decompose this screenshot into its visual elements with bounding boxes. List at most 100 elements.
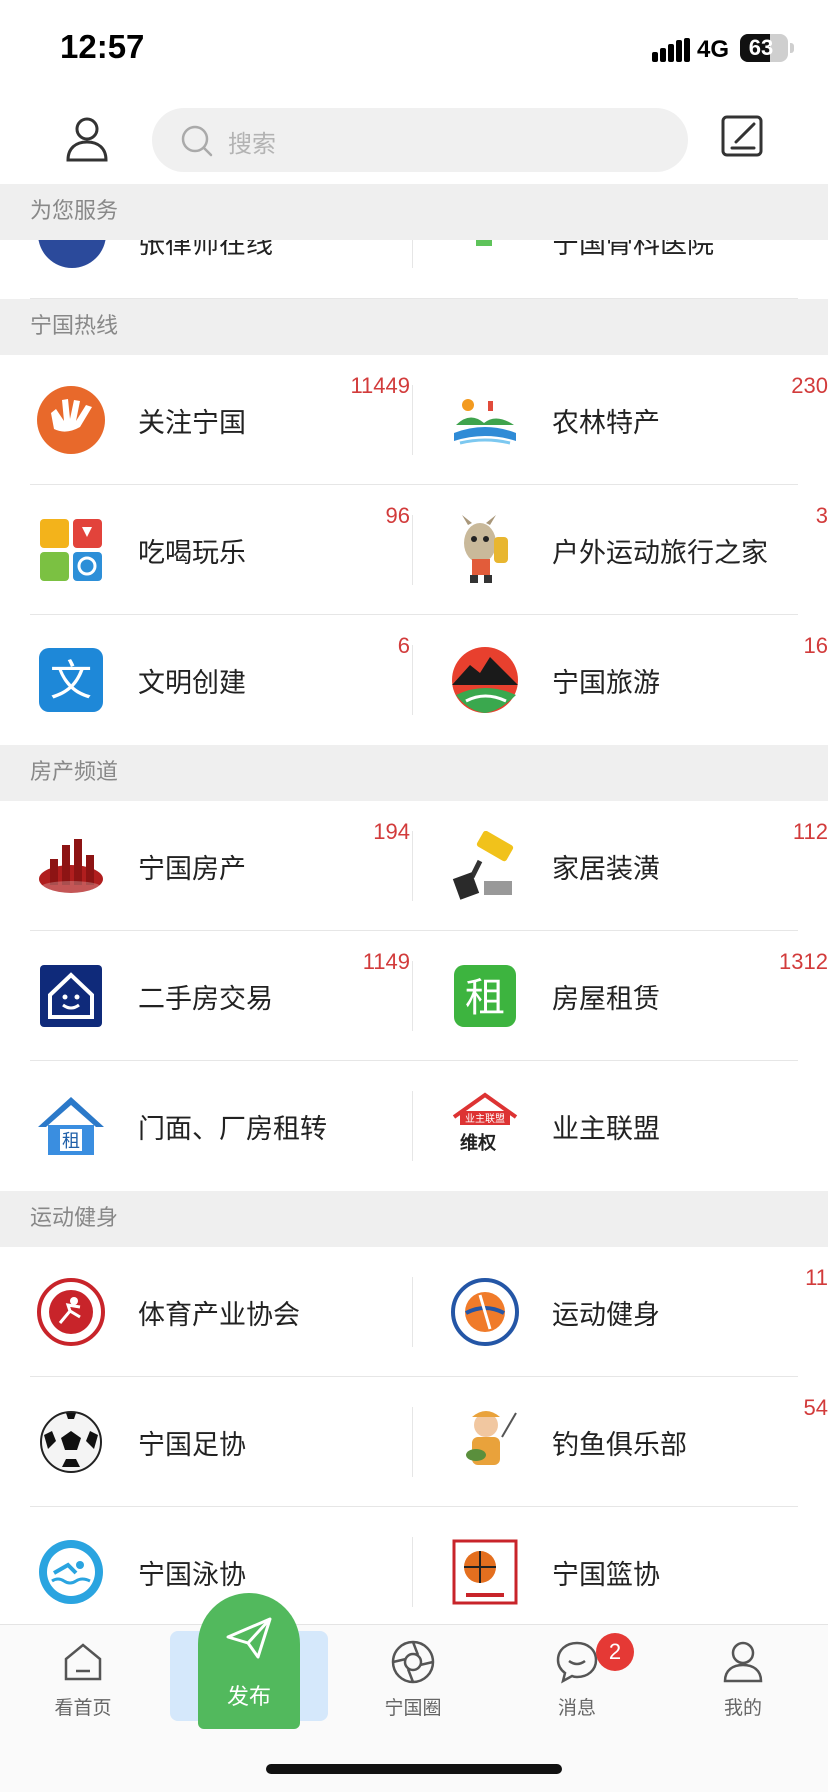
item-label: 钓鱼俱乐部 [552, 1430, 687, 1461]
list-row: 二手房交易 1149 租 房屋租赁 1312 [30, 931, 828, 1061]
battery-icon: 63 [740, 34, 788, 62]
tab-circle-label: 宁国圈 [384, 1697, 442, 1719]
list-row: 宁国房产 194 家居装潢 112 [30, 801, 828, 931]
tab-home-label: 看首页 [54, 1697, 112, 1719]
item-count: 3 [815, 503, 828, 528]
tab-home[interactable]: 看首页 [28, 1639, 138, 1720]
section-header-sports: 运动健身 [0, 1191, 828, 1247]
list-item[interactable]: 关注宁国 11449 [30, 355, 410, 485]
tab-mine[interactable]: 我的 [688, 1639, 798, 1720]
service-list: 为您服务 张律师在线 宁国骨科医院 宁国热线 关注宁国 11449 农林特产 2… [0, 184, 828, 1624]
list-row: 文 文明创建 6 宁国旅游 16 [30, 615, 828, 745]
status-bar: 12:57 4G 63 [0, 0, 828, 96]
item-count: 6 [397, 633, 410, 658]
top-header: 搜索 [0, 96, 828, 184]
list-row: 宁国足协 钓鱼俱乐部 54 [30, 1377, 828, 1507]
home-icon [64, 1643, 102, 1681]
list-row: 体育产业协会 运动健身 11 [30, 1247, 828, 1377]
list-item[interactable]: 户外运动旅行之家 3 [444, 485, 828, 615]
list-item[interactable]: 农林特产 230 [444, 355, 828, 485]
list-item[interactable]: 钓鱼俱乐部 54 [444, 1377, 828, 1507]
list-row: 租 门面、厂房租转 业主联盟 维权 业主联盟 [30, 1061, 798, 1191]
aperture-icon [391, 1640, 435, 1684]
item-count: 1149 [362, 949, 410, 974]
house-rent-icon: 租 [38, 1097, 104, 1155]
profile-button[interactable] [62, 114, 112, 164]
list-item[interactable]: 体育产业协会 [30, 1247, 410, 1377]
list-item[interactable]: 宁国篮协 [444, 1507, 828, 1624]
zu-rent-icon: 租 [454, 965, 516, 1027]
item-label: 运动健身 [552, 1300, 660, 1331]
section-header-services: 为您服务 [0, 184, 828, 240]
status-time: 12:57 [60, 28, 145, 65]
mountain-tour-icon [452, 647, 518, 713]
owner-alliance-icon: 业主联盟 维权 [452, 1092, 518, 1154]
item-label: 二手房交易 [138, 984, 273, 1015]
partial-right-label[interactable]: 宁国骨科医院 [552, 240, 714, 261]
item-count: 11 [805, 1265, 828, 1290]
basketball-icon [452, 1539, 518, 1605]
signal-icon [652, 38, 690, 62]
list-item[interactable]: 宁国旅游 16 [444, 615, 828, 745]
section-header-realestate: 房产频道 [0, 745, 828, 801]
item-label: 文明创建 [138, 668, 246, 699]
user-icon [66, 117, 108, 162]
item-label: 门面、厂房租转 [138, 1114, 327, 1145]
sports-association-icon [37, 1278, 105, 1346]
battery-percent: 63 [748, 35, 774, 60]
list-item[interactable]: 家居装潢 112 [444, 801, 828, 931]
home-indicator[interactable] [266, 1764, 562, 1774]
swimming-icon [39, 1540, 103, 1604]
tab-circle[interactable]: 宁国圈 [358, 1639, 468, 1720]
list-item[interactable]: 宁国足协 [30, 1377, 410, 1507]
tab-mine-label: 我的 [723, 1697, 762, 1719]
search-input[interactable]: 搜索 [152, 108, 688, 172]
item-label: 家居装潢 [552, 854, 660, 885]
svg-text:租: 租 [465, 975, 505, 1021]
paint-roller-icon [452, 831, 514, 900]
wen-character-icon: 文 [39, 648, 103, 712]
lawyer-logo-icon[interactable] [38, 240, 106, 268]
donkey-hiker-icon [462, 515, 508, 583]
item-count: 11449 [350, 373, 410, 398]
list-item[interactable]: 文 文明创建 6 [30, 615, 410, 745]
svg-text:租: 租 [62, 1131, 80, 1152]
item-count: 1312 [779, 949, 828, 974]
tab-messages-label: 消息 [557, 1697, 596, 1719]
item-label: 宁国房产 [138, 854, 246, 885]
search-placeholder: 搜索 [228, 130, 276, 158]
item-label: 宁国泳协 [138, 1560, 246, 1591]
item-count: 230 [791, 373, 828, 398]
edit-icon [721, 115, 763, 157]
svg-text:业主联盟: 业主联盟 [465, 1113, 505, 1125]
fitness-logo-icon [451, 1278, 519, 1346]
svg-text:维权: 维权 [460, 1132, 497, 1154]
item-label: 宁国足协 [138, 1430, 246, 1461]
partial-left-label[interactable]: 张律师在线 [138, 240, 273, 261]
list-item[interactable]: 租 房屋租赁 1312 [444, 931, 828, 1061]
item-label: 宁国篮协 [552, 1560, 660, 1591]
list-item[interactable]: 业主联盟 维权 业主联盟 [444, 1061, 828, 1191]
hospital-logo-icon[interactable] [452, 240, 522, 270]
item-count: 194 [373, 819, 410, 844]
item-count: 112 [792, 819, 828, 844]
partial-row: 张律师在线 宁国骨科医院 [30, 240, 798, 299]
buildings-icon [39, 839, 103, 893]
paper-plane-icon [226, 1617, 272, 1659]
list-item[interactable]: 运动健身 11 [444, 1247, 828, 1377]
item-label: 关注宁国 [138, 408, 246, 439]
section-header-hotline: 宁国热线 [0, 299, 828, 355]
item-count: 96 [385, 503, 410, 528]
list-item[interactable]: 二手房交易 1149 [30, 931, 410, 1061]
list-item[interactable]: 租 门面、厂房租转 [30, 1061, 410, 1191]
item-label: 宁国旅游 [552, 668, 660, 699]
item-label: 吃喝玩乐 [138, 538, 246, 569]
list-item[interactable]: 吃喝玩乐 96 [30, 485, 410, 615]
list-row: 吃喝玩乐 96 户外运动旅行之家 3 [30, 485, 828, 615]
item-count: 16 [803, 633, 828, 658]
compose-button[interactable] [720, 112, 766, 158]
publish-button[interactable]: 发布 [198, 1593, 300, 1729]
item-count: 54 [803, 1395, 828, 1420]
list-item[interactable]: 宁国房产 194 [30, 801, 410, 931]
landscape-icon [454, 399, 516, 445]
